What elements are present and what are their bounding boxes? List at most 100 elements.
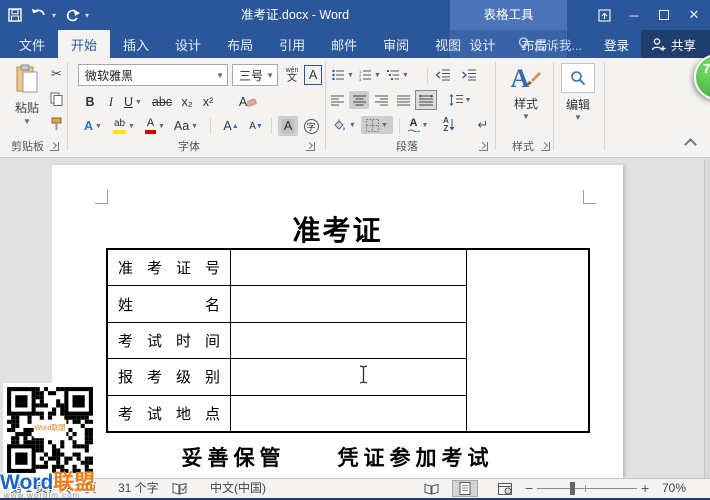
asian-layout-button[interactable]: A▼ (404, 116, 432, 134)
italic-button[interactable]: I (104, 92, 118, 112)
tab-引用[interactable]: 引用 (266, 30, 318, 58)
highlight-color-button[interactable]: ab▼ (109, 116, 139, 136)
underline-button[interactable]: U▼ (122, 92, 144, 112)
zoom-slider-track[interactable] (537, 488, 637, 489)
shrink-font-button[interactable]: A▼ (245, 116, 267, 136)
read-mode-icon[interactable] (418, 480, 444, 497)
table-row-label[interactable]: 姓名 (108, 286, 231, 321)
table-row-label[interactable]: 准考证号 (108, 250, 231, 285)
align-center-button[interactable] (349, 91, 369, 109)
share-button[interactable]: 共享 (641, 30, 710, 58)
customize-qat-icon[interactable]: ▾ (85, 11, 89, 20)
editing-button[interactable]: 编辑 ▼ (558, 63, 598, 122)
format-painter-icon[interactable] (48, 116, 65, 132)
line-spacing-button[interactable]: ▼ (447, 91, 473, 109)
phonetic-guide-button[interactable]: wén文 (282, 64, 302, 86)
character-border-button[interactable]: A (304, 65, 322, 85)
decrease-indent-button[interactable] (432, 66, 454, 84)
numbering-button[interactable]: 123▼ (358, 66, 382, 84)
copy-icon[interactable] (48, 91, 65, 107)
font-name-dropdown-icon[interactable]: ▼ (213, 71, 227, 80)
cut-icon[interactable]: ✂ (48, 66, 65, 82)
table-cell-value[interactable] (231, 250, 466, 285)
save-icon[interactable] (8, 8, 22, 22)
zoom-level[interactable]: 70% (662, 479, 686, 498)
zoom-slider-thumb[interactable] (570, 482, 575, 495)
font-dialog-launcher[interactable] (306, 142, 315, 151)
tab-插入[interactable]: 插入 (110, 30, 162, 58)
quick-access-toolbar: ▾ ▾ (8, 3, 89, 27)
multilevel-list-button[interactable]: ▼ (385, 66, 411, 84)
photo-cell[interactable] (466, 250, 588, 431)
borders-button[interactable]: ▼ (361, 116, 393, 134)
collapse-ribbon-icon[interactable] (684, 138, 697, 151)
undo-dropdown-icon[interactable]: ▾ (52, 11, 56, 20)
character-shading-button[interactable]: A (278, 116, 298, 136)
justify-button[interactable] (393, 91, 413, 109)
undo-icon[interactable] (31, 8, 47, 22)
svg-text:Word联盟: Word联盟 (34, 423, 65, 432)
sort-button[interactable]: AZ (438, 116, 460, 134)
clipboard-dialog-launcher[interactable] (50, 142, 59, 151)
tab-file[interactable]: 文件 (6, 30, 58, 58)
paste-button[interactable]: 粘贴 ▼ (8, 64, 46, 142)
document-heading[interactable]: 准考证 (52, 209, 623, 249)
contextual-tab-设计[interactable]: 设计 (463, 30, 501, 58)
tab-开始[interactable]: 开始 (58, 30, 110, 58)
table-row-label[interactable]: 考试地点 (108, 396, 231, 431)
paint-bucket-icon (332, 119, 347, 132)
tab-设计[interactable]: 设计 (162, 30, 214, 58)
text-effects-button[interactable]: A▼ (80, 116, 106, 136)
vertical-scrollbar[interactable] (704, 159, 710, 478)
restore-button[interactable] (652, 3, 676, 27)
table-row-label[interactable]: 报考级别 (108, 359, 231, 394)
table-cell-value[interactable] (231, 359, 466, 394)
enclose-characters-button[interactable]: 字 (301, 116, 321, 136)
show-marks-button[interactable]: ↵ (474, 116, 492, 134)
font-color-button[interactable]: A▼ (142, 116, 168, 136)
document-page[interactable]: 准考证 准考证号姓名考试时间报考级别考试地点 妥善保管 凭证参加考试 (52, 165, 623, 478)
zoom-out-button[interactable]: − (525, 479, 533, 498)
strikethrough-button[interactable]: abc (150, 92, 174, 112)
language-indicator[interactable]: 中文(中国) (210, 479, 266, 498)
font-size-combo[interactable]: 三号 ▼ (232, 64, 278, 86)
zoom-in-button[interactable]: + (641, 479, 649, 498)
table-cell-value[interactable] (231, 323, 466, 358)
eraser-icon (247, 98, 257, 107)
tab-邮件[interactable]: 邮件 (318, 30, 370, 58)
bold-button[interactable]: B (82, 92, 98, 112)
clear-formatting-button[interactable]: A (236, 92, 260, 112)
bullets-button[interactable]: ▼ (331, 66, 355, 84)
tab-布局[interactable]: 布局 (214, 30, 266, 58)
align-right-button[interactable] (371, 91, 391, 109)
styles-dialog-launcher[interactable] (541, 142, 550, 151)
font-name-combo[interactable]: 微软雅黑 ▼ (78, 64, 228, 86)
document-area: 准考证 准考证号姓名考试时间报考级别考试地点 妥善保管 凭证参加考试 (0, 159, 710, 478)
print-layout-icon[interactable] (452, 480, 478, 497)
paragraph-dialog-launcher[interactable] (479, 142, 488, 151)
styles-button[interactable]: A 样式 ▼ (505, 63, 547, 121)
footer-text-right[interactable]: 凭证参加考试 (338, 442, 494, 472)
tab-审阅[interactable]: 审阅 (370, 30, 422, 58)
ribbon-display-options-icon[interactable] (592, 3, 616, 27)
word-count[interactable]: 31 个字 (118, 479, 159, 498)
sign-in-button[interactable]: 登录 (592, 35, 641, 54)
web-layout-icon[interactable] (492, 480, 518, 497)
font-size-dropdown-icon[interactable]: ▼ (263, 71, 277, 80)
superscript-button[interactable]: x² (199, 92, 217, 112)
table-cell-value[interactable] (231, 286, 466, 321)
increase-indent-button[interactable] (458, 66, 480, 84)
shading-button[interactable]: ▼ (330, 116, 358, 134)
subscript-button[interactable]: x₂ (178, 92, 196, 112)
footer-text-left[interactable]: 妥善保管 (182, 442, 286, 472)
table-row-label[interactable]: 考试时间 (108, 323, 231, 358)
change-case-button[interactable]: Aa▼ (172, 116, 200, 136)
minimize-button[interactable]: ─ (622, 3, 646, 27)
table-cell-value[interactable] (231, 396, 466, 431)
distribute-button[interactable] (415, 90, 437, 110)
grow-font-button[interactable]: A▲ (220, 116, 242, 136)
redo-icon[interactable] (65, 8, 80, 22)
tell-me-button[interactable]: 告诉我... (508, 35, 592, 54)
close-button[interactable]: ✕ (682, 3, 706, 27)
align-left-button[interactable] (327, 91, 347, 109)
